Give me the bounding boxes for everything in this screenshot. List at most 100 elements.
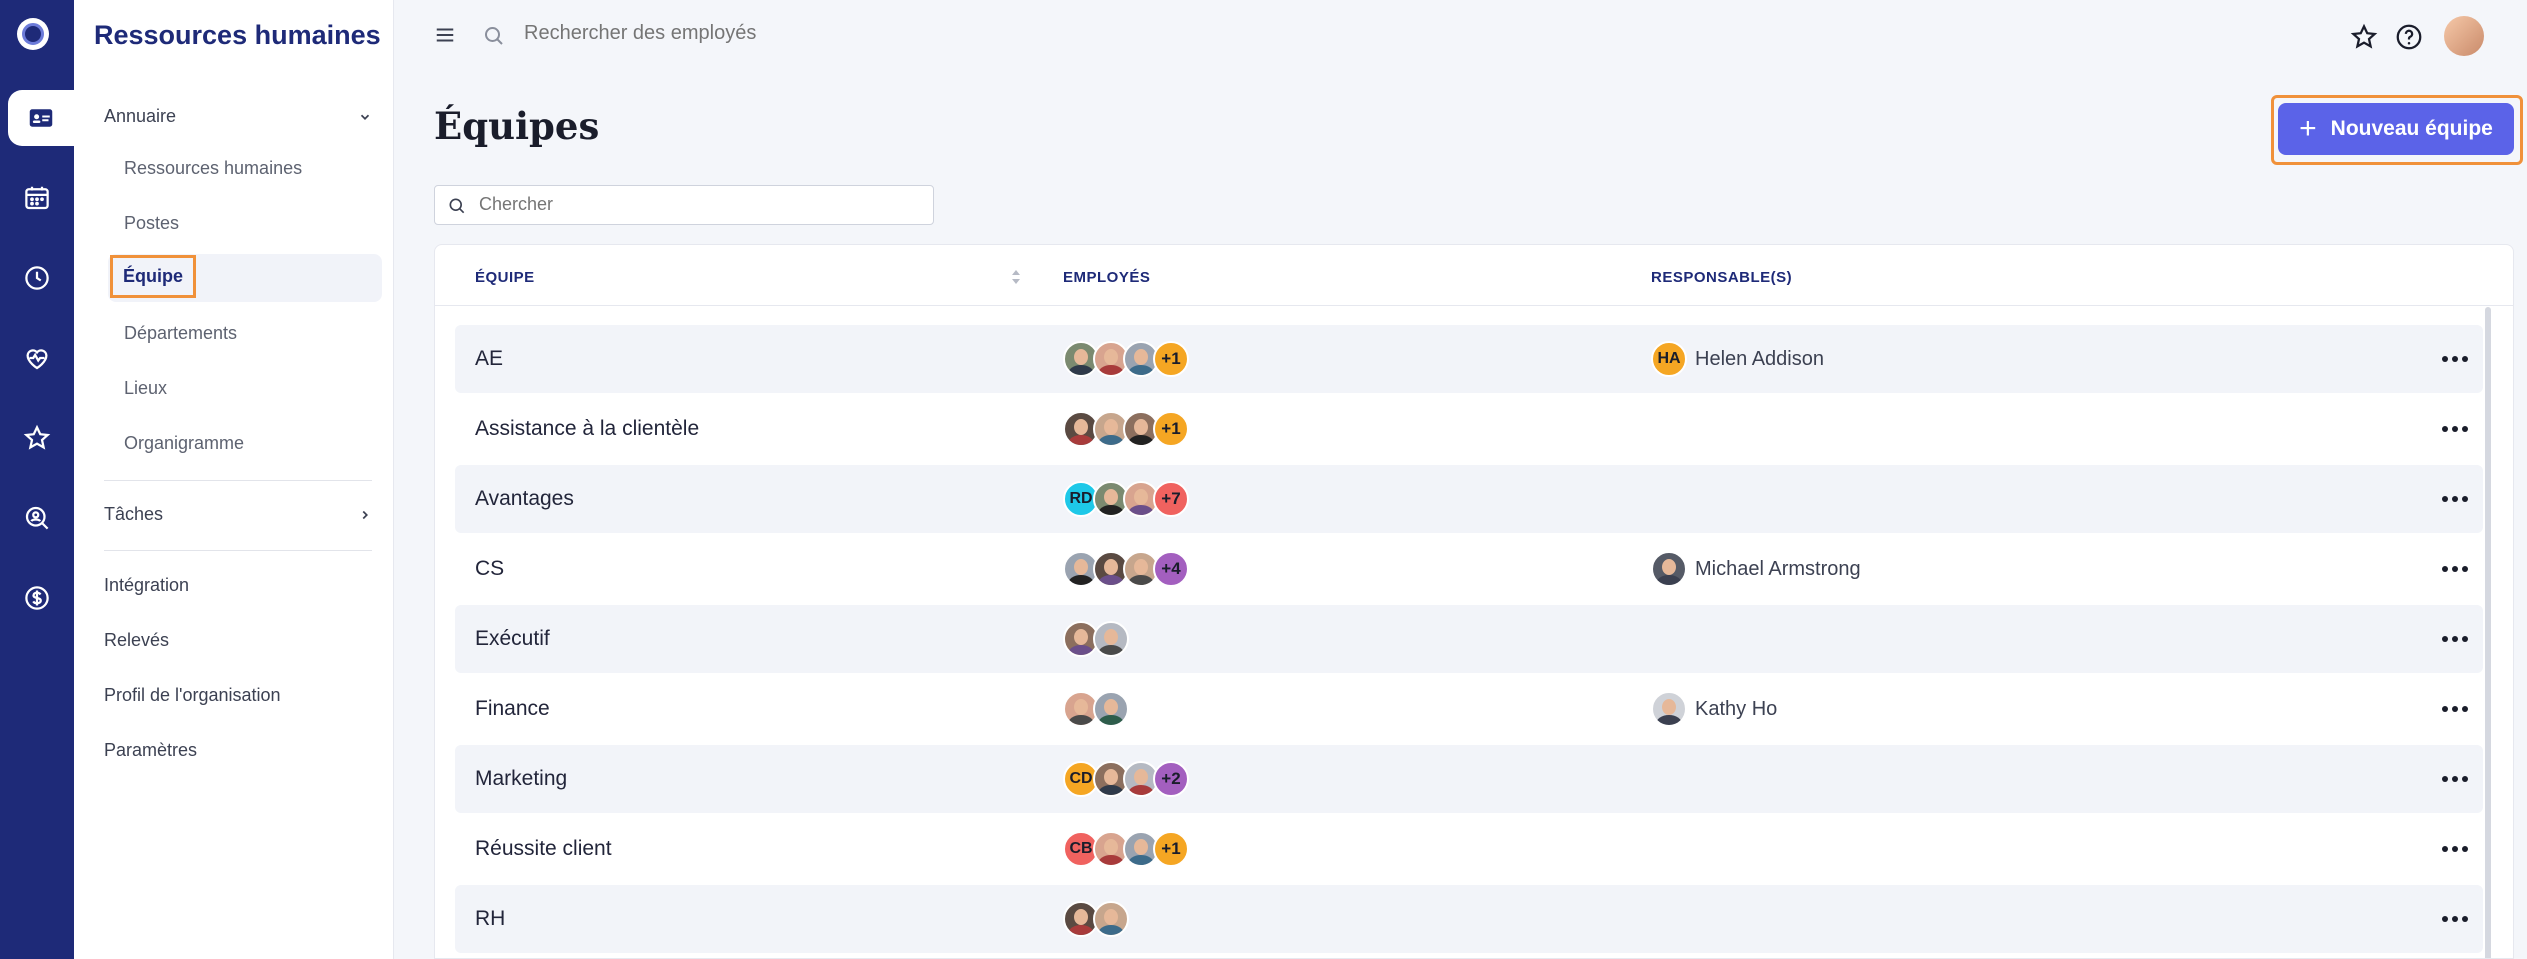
new-team-button-highlight: + Nouveau équipe (2271, 95, 2523, 165)
more-employees-badge[interactable]: +4 (1153, 551, 1189, 587)
topbar (394, 0, 2527, 74)
team-name[interactable]: CS (475, 557, 504, 581)
nav-item-profil-organisation[interactable]: Profil de l'organisation (104, 685, 372, 706)
recruit-search-icon[interactable] (0, 490, 74, 546)
team-name[interactable]: Marketing (475, 767, 567, 791)
new-team-button[interactable]: + Nouveau équipe (2278, 103, 2514, 155)
nav-item-lieux[interactable]: Lieux (124, 378, 167, 399)
employee-avatars[interactable] (1063, 691, 1129, 729)
employee-avatars[interactable] (1063, 901, 1129, 939)
employee-avatars[interactable]: +4 (1063, 551, 1189, 589)
manager-name: Kathy Ho (1695, 697, 1778, 720)
more-employees-badge[interactable]: +7 (1153, 481, 1189, 517)
nav-item-departements[interactable]: Départements (124, 323, 237, 344)
menu-icon[interactable] (434, 24, 456, 46)
table-row[interactable]: AE +1 HA Helen Addison (455, 325, 2483, 393)
nav-item-organigramme[interactable]: Organigramme (124, 433, 244, 454)
employee-avatars[interactable]: +1 (1063, 411, 1189, 449)
team-name[interactable]: Exécutif (475, 627, 550, 651)
star-icon[interactable] (0, 410, 74, 466)
app-title: Ressources humaines (94, 20, 381, 50)
more-actions-icon[interactable] (2441, 905, 2469, 933)
more-actions-icon[interactable] (2441, 415, 2469, 443)
employee-photo-avatar (1093, 691, 1129, 727)
manager-initials-avatar: HA (1651, 341, 1687, 377)
more-actions-icon[interactable] (2441, 695, 2469, 723)
table-row[interactable]: Assistance à la clientèle +1 (455, 395, 2483, 463)
nav-group-label: Annuaire (104, 106, 177, 126)
more-actions-icon[interactable] (2441, 345, 2469, 373)
nav-item-label: Profil de l'organisation (104, 685, 281, 705)
help-icon[interactable] (2394, 22, 2424, 52)
more-actions-icon[interactable] (2441, 765, 2469, 793)
employee-avatars[interactable] (1063, 621, 1129, 659)
table-row[interactable]: CS +4 Michael Armstrong (455, 535, 2483, 603)
teams-table: ÉQUIPE EMPLOYÉS RESPONSABLE(S) AE +1 HA Hel… (434, 244, 2514, 959)
favorites-star-icon[interactable] (2349, 22, 2379, 52)
nav-group-taches[interactable]: Tâches (104, 504, 372, 525)
team-name[interactable]: Finance (475, 697, 550, 721)
team-manager[interactable]: Kathy Ho (1651, 691, 1777, 727)
team-filter[interactable] (434, 185, 934, 225)
more-actions-icon[interactable] (2441, 485, 2469, 513)
search-icon (449, 198, 465, 214)
nav-item-label: Paramètres (104, 740, 198, 760)
column-header-team[interactable]: ÉQUIPE (475, 269, 535, 286)
chevron-right-icon (362, 510, 368, 519)
heart-pulse-icon[interactable] (0, 330, 74, 386)
employee-avatars[interactable]: +1 (1063, 341, 1189, 379)
table-row[interactable]: Marketing CD +2 (455, 745, 2483, 813)
more-employees-badge[interactable]: +1 (1153, 411, 1189, 447)
employee-avatars[interactable]: CB +1 (1063, 831, 1189, 869)
team-name[interactable]: AE (475, 347, 503, 371)
nav-group-label: Tâches (104, 504, 164, 524)
manager-name: Helen Addison (1695, 347, 1824, 370)
table-row[interactable]: Finance Kathy Ho (455, 675, 2483, 743)
clock-icon[interactable] (0, 250, 74, 306)
scrollbar[interactable] (2485, 307, 2491, 958)
nav-item-equipe[interactable]: Équipe (110, 255, 197, 298)
sort-icon[interactable] (1009, 267, 1023, 287)
nav-item-ressources-humaines[interactable]: Ressources humaines (124, 158, 302, 179)
nav-group-annuaire[interactable]: Annuaire (104, 106, 372, 127)
nav-item-postes[interactable]: Postes (124, 213, 179, 234)
employee-avatars[interactable]: CD +2 (1063, 761, 1189, 799)
app-logo[interactable] (17, 18, 49, 50)
team-name[interactable]: Assistance à la clientèle (475, 417, 699, 441)
nav-item-integration[interactable]: Intégration (104, 575, 372, 596)
team-manager[interactable]: Michael Armstrong (1651, 551, 1861, 587)
calendar-icon[interactable] (0, 170, 74, 226)
table-row[interactable]: Avantages RD +7 (455, 465, 2483, 533)
team-name[interactable]: Avantages (475, 487, 574, 511)
employee-photo-avatar (1093, 901, 1129, 937)
table-row[interactable]: Exécutif (455, 605, 2483, 673)
team-name[interactable]: Réussite client (475, 837, 612, 861)
more-actions-icon[interactable] (2441, 625, 2469, 653)
header-divider (435, 305, 2513, 306)
directory-icon[interactable] (8, 90, 74, 146)
user-avatar[interactable] (2444, 16, 2484, 56)
nav-item-parametres[interactable]: Paramètres (104, 740, 372, 761)
more-employees-badge[interactable]: +1 (1153, 831, 1189, 867)
employee-search-input[interactable] (524, 22, 1024, 45)
team-filter-input[interactable] (479, 194, 919, 215)
payroll-dollar-icon[interactable] (0, 570, 74, 626)
manager-name: Michael Armstrong (1695, 557, 1861, 580)
column-header-employees: EMPLOYÉS (1063, 269, 1151, 286)
nav-item-label: Relevés (104, 630, 170, 650)
nav-item-label: Intégration (104, 575, 190, 595)
more-actions-icon[interactable] (2441, 835, 2469, 863)
table-row[interactable]: Réussite client CB +1 (455, 815, 2483, 883)
chevron-down-icon (360, 114, 370, 120)
manager-photo-avatar (1651, 551, 1687, 587)
more-employees-badge[interactable]: +2 (1153, 761, 1189, 797)
team-manager[interactable]: HA Helen Addison (1651, 341, 1824, 377)
manager-photo-avatar (1651, 691, 1687, 727)
table-row[interactable]: RH (455, 885, 2483, 953)
more-employees-badge[interactable]: +1 (1153, 341, 1189, 377)
search-icon (485, 27, 503, 45)
nav-item-releves[interactable]: Relevés (104, 630, 372, 651)
team-name[interactable]: RH (475, 907, 505, 931)
more-actions-icon[interactable] (2441, 555, 2469, 583)
employee-avatars[interactable]: RD +7 (1063, 481, 1189, 519)
